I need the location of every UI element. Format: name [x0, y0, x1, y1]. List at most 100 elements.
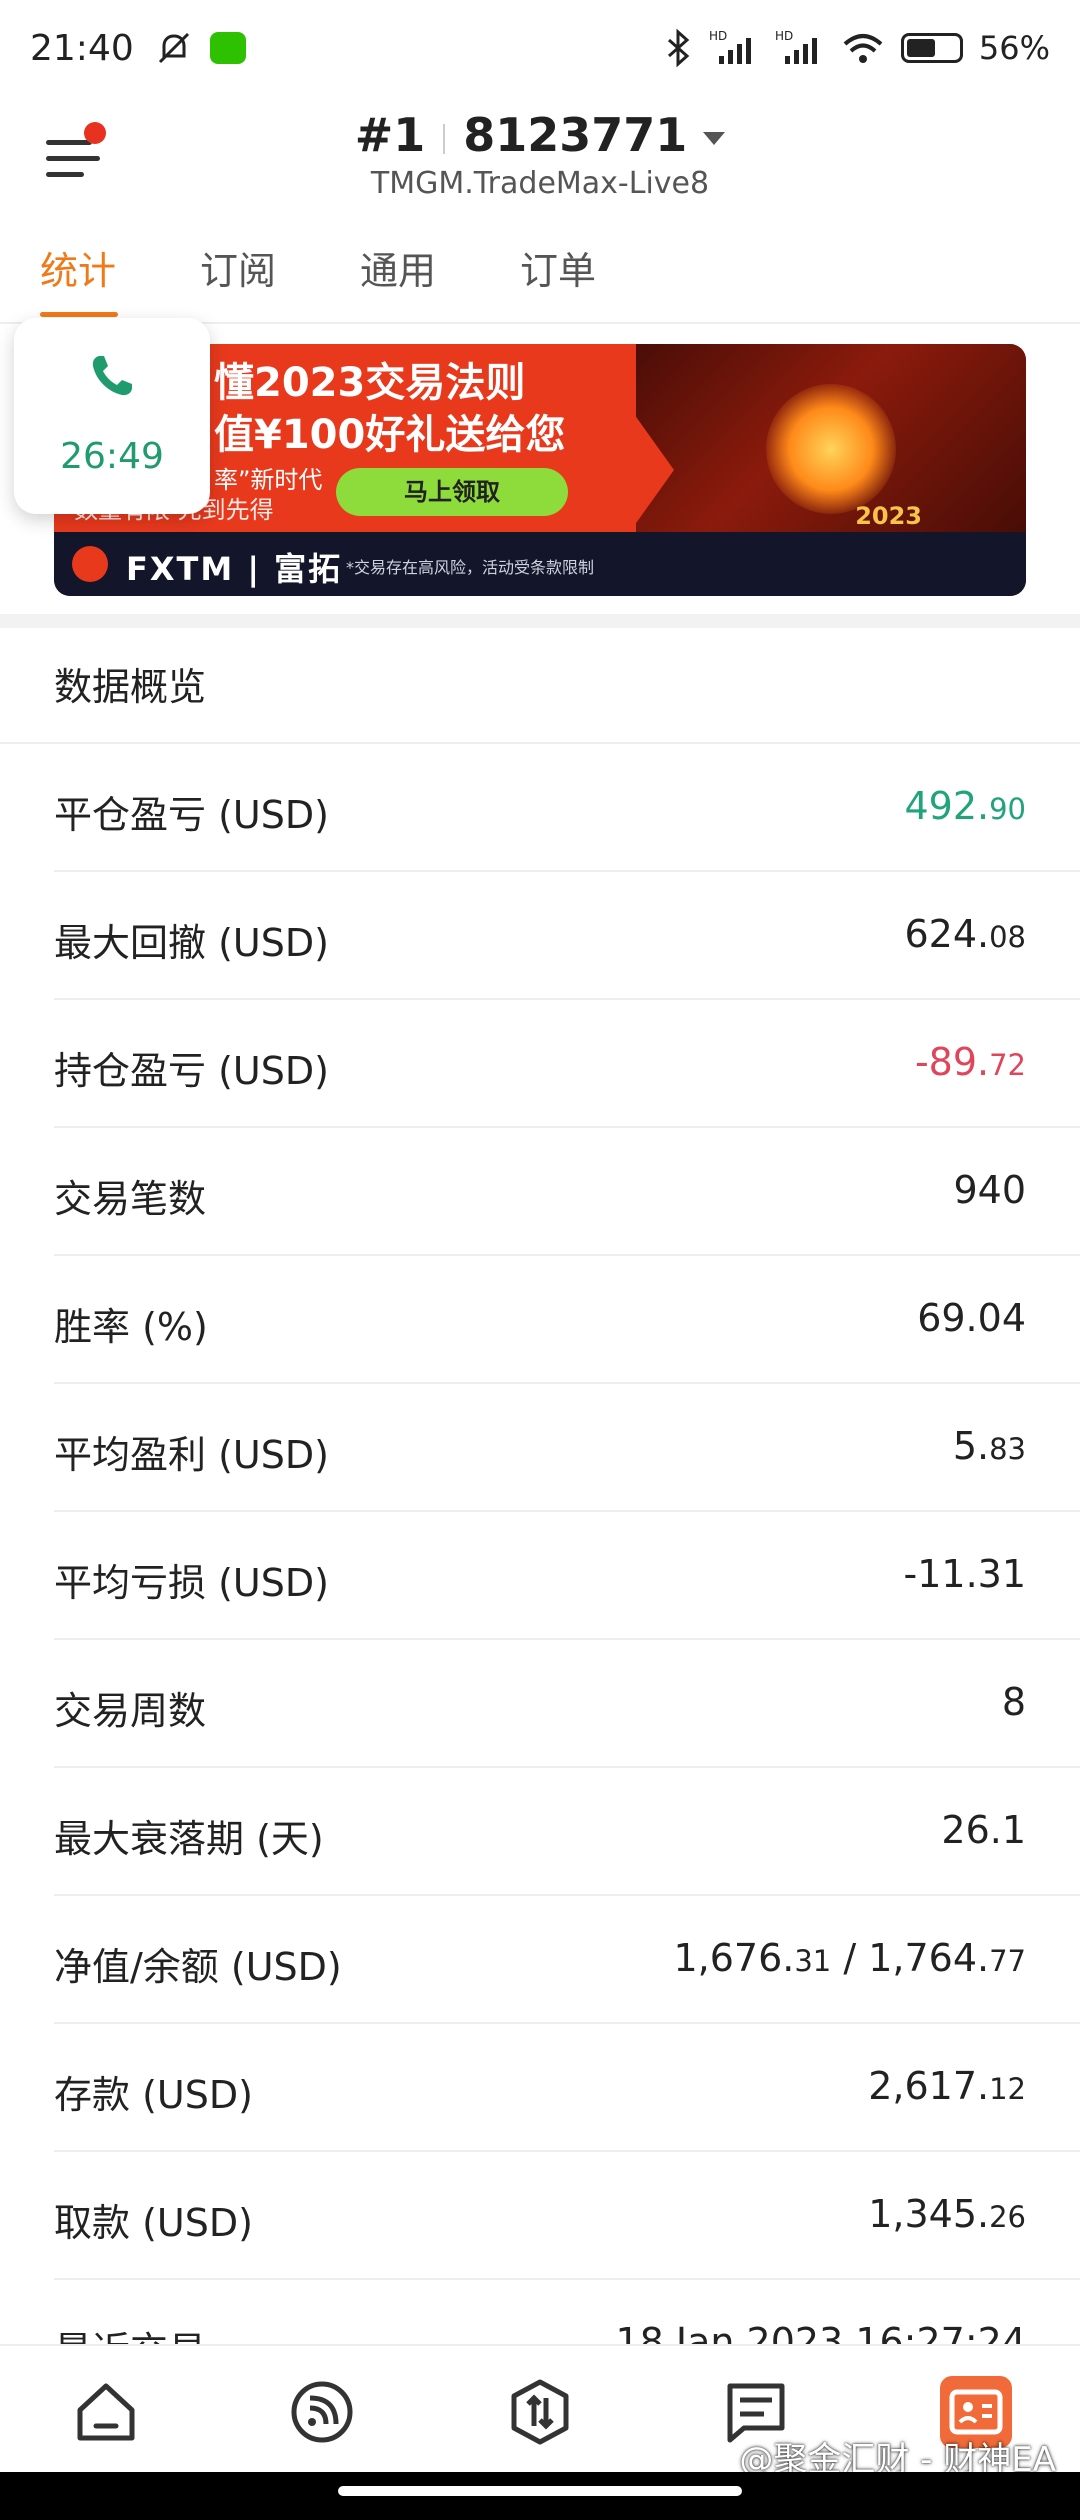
stat-label: 平均亏损 (USD)	[54, 1561, 329, 1605]
call-widget[interactable]: 26:49	[14, 318, 210, 514]
phone-icon	[92, 356, 132, 396]
stat-value: -11.31	[904, 1552, 1027, 1596]
stat-value-frac: 12	[989, 2072, 1026, 2106]
stat-value-int: 69.04	[917, 1296, 1026, 1340]
stat-value: -89.72	[915, 1040, 1026, 1084]
fire-icon	[766, 384, 896, 514]
stat-value-int: 940	[953, 1168, 1026, 1212]
nav-trade[interactable]	[504, 2376, 576, 2448]
nav-home[interactable]	[70, 2376, 142, 2448]
tab-bar: 统计 订阅 通用 订单	[0, 240, 1080, 320]
stat-value-frac: 26	[989, 2200, 1026, 2234]
battery-icon	[900, 33, 963, 63]
stat-value-frac: 90	[989, 792, 1026, 826]
hd-label-2: HD	[775, 29, 793, 43]
stat-label: 最大回撤 (USD)	[54, 921, 329, 965]
hd-label-1: HD	[709, 29, 727, 43]
banner-disclaimer: *交易存在高风险，活动受条款限制	[346, 558, 595, 577]
status-time: 21:40	[30, 27, 134, 69]
signal-icon-1: HD	[709, 29, 751, 64]
stats-list: 平仓盈亏 (USD) 492.90 最大回撤 (USD) 624.08 持仓盈亏 (US…	[0, 744, 1080, 2408]
stat-value-int2: / 1,764.	[831, 1936, 990, 1980]
stat-label: 净值/余额 (USD)	[54, 1945, 342, 1989]
stat-value-frac: 08	[989, 920, 1026, 954]
stat-row: 最大衰落期 (天) 26.1	[0, 1768, 1080, 1896]
tab-orders[interactable]: 订单	[520, 240, 596, 295]
nav-feed[interactable]	[286, 2376, 358, 2448]
stat-value-int: -89.	[914, 1040, 990, 1084]
stat-value-frac: 83	[989, 1432, 1026, 1466]
stat-row: 持仓盈亏 (USD) -89.72	[0, 1000, 1080, 1128]
account-selector[interactable]: #1 8123771	[0, 108, 1080, 162]
stat-value: 8	[1002, 1680, 1026, 1724]
stat-value-int: 8	[1001, 1680, 1026, 1724]
banner-logo: FXTM | 富拓	[126, 550, 343, 588]
feed-icon	[291, 2381, 353, 2443]
stat-value-int: 492.	[904, 784, 990, 828]
stat-value-int: 1,345.	[868, 2192, 990, 2236]
stat-value-int: 2,617.	[868, 2064, 990, 2108]
banner-footer: FXTM | 富拓 *交易存在高风险，活动受条款限制	[54, 532, 1026, 596]
stat-row: 存款 (USD) 2,617.12	[0, 2024, 1080, 2152]
stat-value: 26.1	[941, 1808, 1026, 1852]
stat-value: 1,676.31 / 1,764.77	[673, 1936, 1026, 1980]
stat-row: 交易周数 8	[0, 1640, 1080, 1768]
system-home-bar	[0, 2472, 1080, 2520]
tab-stats[interactable]: 统计	[40, 240, 116, 295]
stat-value-frac: 72	[989, 1048, 1026, 1082]
overview-title: 数据概览	[54, 665, 207, 709]
account-server: TMGM.TradeMax-Live8	[370, 166, 710, 201]
stat-label: 平仓盈亏 (USD)	[54, 793, 329, 837]
tab-active-indicator	[40, 312, 118, 317]
account-number: 8123771	[463, 108, 688, 162]
banner-headline-1: 懂2023交易法则	[214, 360, 526, 406]
stat-label: 平均盈利 (USD)	[54, 1433, 329, 1477]
header: #1 8123771 TMGM.TradeMax-Live8	[0, 96, 1080, 226]
stat-value: 624.08	[904, 912, 1026, 956]
chevron-down-icon	[703, 132, 726, 145]
status-left-icons	[154, 28, 246, 68]
stat-value: 492.90	[904, 784, 1026, 828]
mute-bell-icon	[158, 32, 189, 64]
stat-value-int: 1,676.	[673, 1936, 795, 1980]
stat-value-int: 5.	[952, 1424, 990, 1468]
stat-label: 取款 (USD)	[54, 2201, 253, 2245]
stat-value-frac: 31	[794, 1944, 832, 1978]
stat-row: 净值/余额 (USD) 1,676.31 / 1,764.77	[0, 1896, 1080, 2024]
home-icon	[77, 2383, 135, 2441]
tab-general[interactable]: 通用	[360, 240, 436, 295]
signal-icon-2: HD	[775, 29, 817, 64]
stat-value-int: 26.1	[941, 1808, 1026, 1852]
banner-cta-button[interactable]: 马上领取	[336, 468, 568, 516]
stat-value: 69.04	[917, 1296, 1026, 1340]
status-bar: 21:40 HD HD 56%	[0, 0, 1080, 96]
stat-value: 2,617.12	[868, 2064, 1026, 2108]
stat-label: 交易周数	[54, 1689, 207, 1733]
call-timer: 26:49	[60, 436, 164, 477]
fxtm-logo-icon	[72, 546, 108, 582]
tab-subscribe[interactable]: 订阅	[200, 240, 276, 295]
account-prefix: #1	[354, 108, 426, 162]
banner-year: 2023	[855, 502, 922, 530]
stat-value-frac2: 77	[989, 1944, 1026, 1978]
stat-label: 存款 (USD)	[54, 2073, 253, 2117]
stat-row: 交易笔数 940	[0, 1128, 1080, 1256]
trade-icon	[511, 2379, 569, 2445]
stat-row: 取款 (USD) 1,345.26	[0, 2152, 1080, 2280]
bottom-nav: @聚金汇财 - 财神EA	[0, 2344, 1080, 2480]
stat-value-int: 624.	[904, 912, 990, 956]
stat-row: 平仓盈亏 (USD) 492.90	[0, 744, 1080, 872]
banner-headline-2: 值¥100好礼送给您	[214, 412, 566, 458]
stat-label: 胜率 (%)	[54, 1305, 208, 1349]
stat-value-int: -11.31	[903, 1552, 1027, 1596]
stat-row: 最大回撤 (USD) 624.08	[0, 872, 1080, 1000]
stat-label: 最大衰落期 (天)	[54, 1817, 324, 1861]
stat-row: 平均盈利 (USD) 5.83	[0, 1384, 1080, 1512]
wechat-icon	[209, 32, 246, 64]
bluetooth-icon	[667, 28, 690, 68]
stat-label: 持仓盈亏 (USD)	[54, 1049, 329, 1093]
status-right: HD HD 56%	[663, 28, 1050, 68]
wifi-icon	[843, 34, 883, 63]
stat-label: 交易笔数	[54, 1177, 207, 1221]
home-indicator[interactable]	[338, 2486, 742, 2496]
